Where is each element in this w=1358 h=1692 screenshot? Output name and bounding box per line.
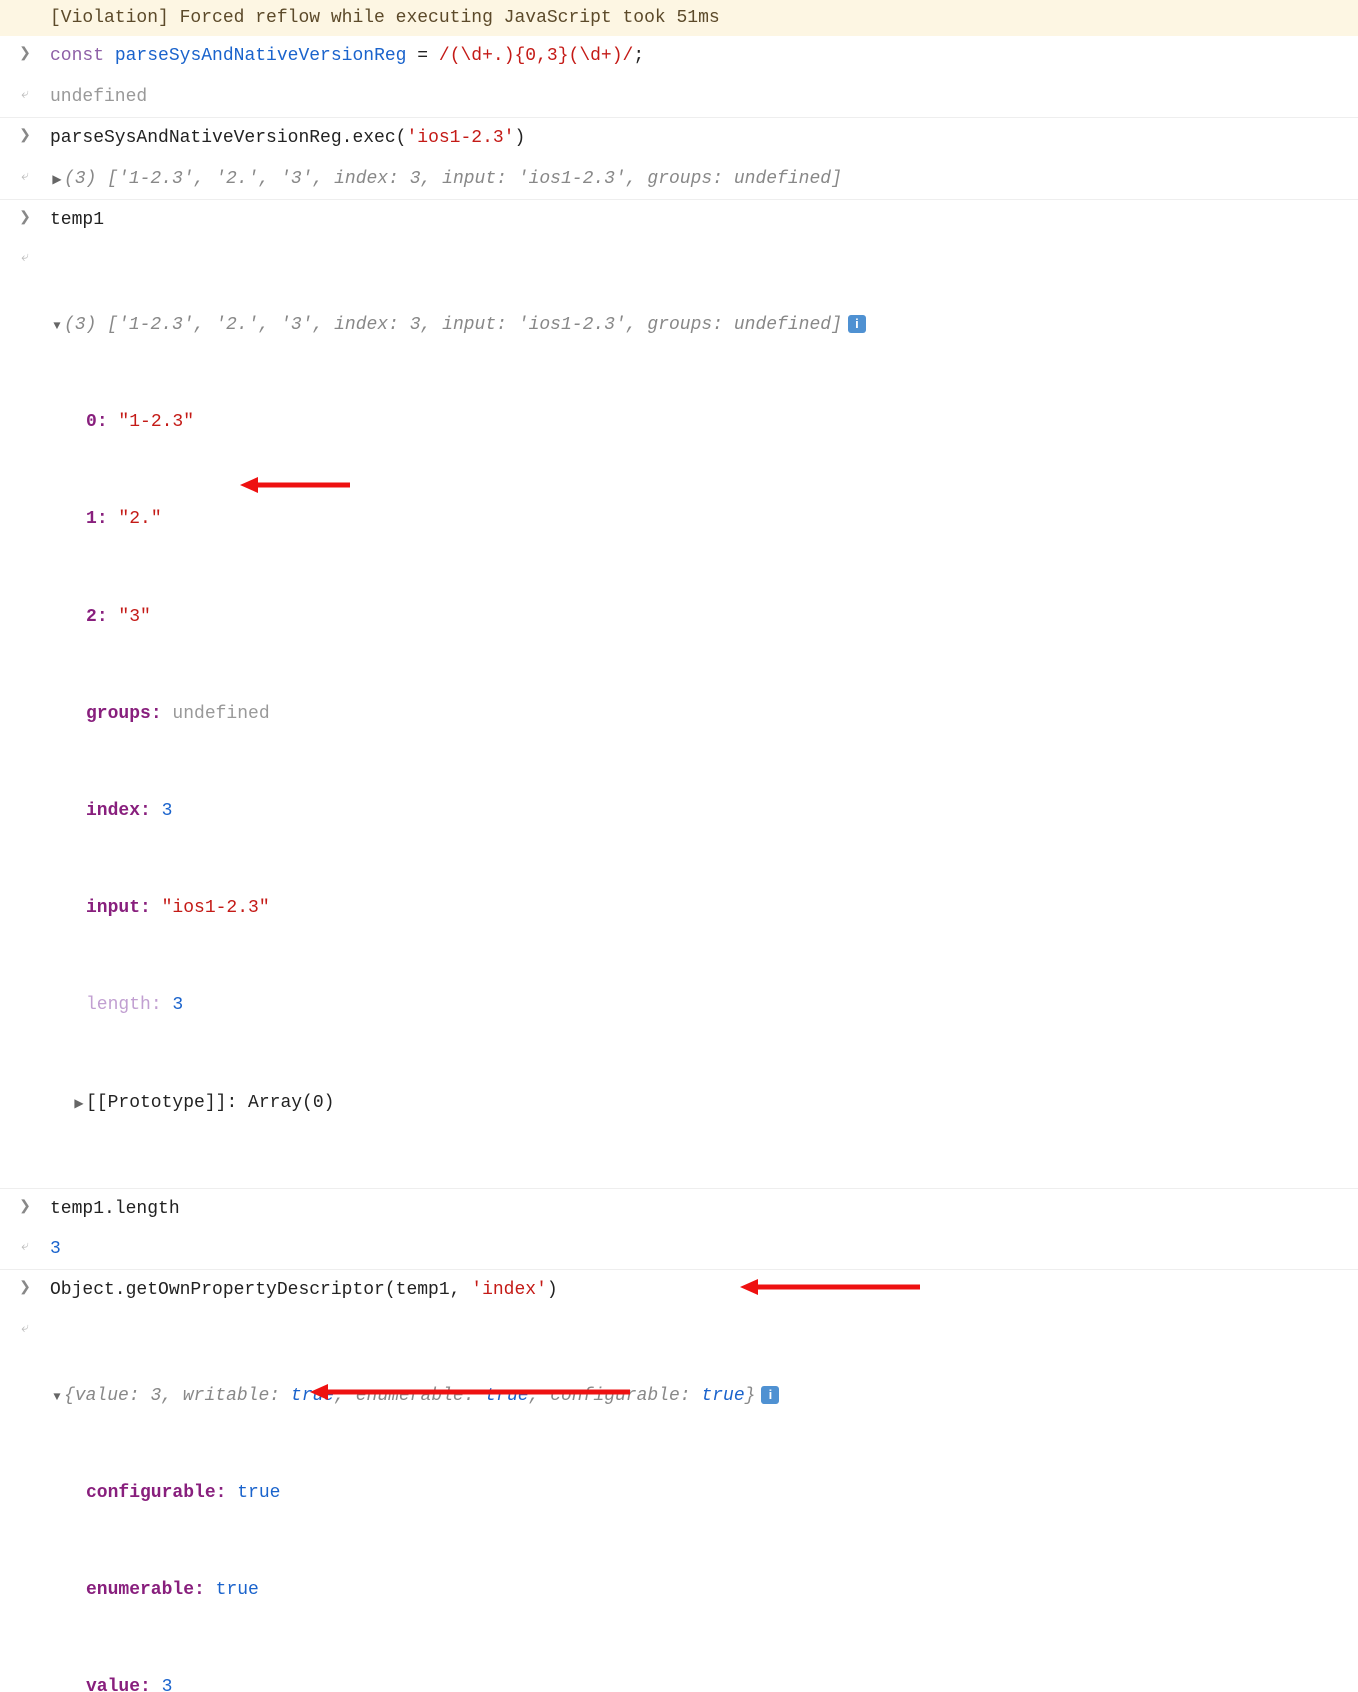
console-output-row: ⤶ 3	[0, 1229, 1358, 1270]
object-property-row[interactable]: 0: "1-2.3"	[50, 406, 1358, 438]
info-icon[interactable]: i	[848, 315, 866, 333]
console-input[interactable]: Object.getOwnPropertyDescriptor(temp1, '…	[50, 1272, 1358, 1308]
result-number: 3	[50, 1231, 1358, 1267]
console-input[interactable]: temp1.length	[50, 1191, 1358, 1227]
output-chevron-icon: ⤶	[21, 165, 29, 190]
result-array-collapsed[interactable]: ▶(3) ['1-2.3', '2.', '3', index: 3, inpu…	[50, 161, 1358, 197]
collapse-triangle-icon[interactable]: ▼	[50, 316, 64, 338]
object-property-row[interactable]: 2: "3"	[50, 601, 1358, 633]
input-chevron-icon: ❯	[19, 42, 31, 67]
object-property-row[interactable]: configurable: true	[50, 1477, 1358, 1509]
console-input[interactable]: parseSysAndNativeVersionReg.exec('ios1-2…	[50, 120, 1358, 156]
result-object-expanded-summary[interactable]: ▼{value: 3, writable: true, enumerable: …	[50, 1380, 1358, 1412]
object-property-row[interactable]: value: 3	[50, 1671, 1358, 1692]
console-input-row: ❯ const parseSysAndNativeVersionReg = /(…	[0, 36, 1358, 76]
console-input[interactable]: const parseSysAndNativeVersionReg = /(\d…	[50, 38, 1358, 74]
output-chevron-icon: ⤶	[21, 1317, 29, 1342]
result-array-expanded-summary[interactable]: ▼(3) ['1-2.3', '2.', '3', index: 3, inpu…	[50, 309, 1358, 341]
object-property-row[interactable]: length: 3	[50, 989, 1358, 1021]
collapse-triangle-icon[interactable]: ▼	[50, 1387, 64, 1409]
expand-triangle-icon[interactable]: ▶	[72, 1094, 86, 1116]
result-undefined: undefined	[50, 79, 1358, 115]
console-output-row: ⤶ ▼{value: 3, writable: true, enumerable…	[0, 1311, 1358, 1692]
input-chevron-icon: ❯	[19, 1276, 31, 1301]
object-property-row[interactable]: groups: undefined	[50, 698, 1358, 730]
object-property-row[interactable]: index: 3	[50, 795, 1358, 827]
object-prototype-row[interactable]: ▶[[Prototype]]: Array(0)	[50, 1087, 1358, 1119]
input-chevron-icon: ❯	[19, 124, 31, 149]
output-chevron-icon: ⤶	[21, 246, 29, 271]
console-input-row: ❯ Object.getOwnPropertyDescriptor(temp1,…	[0, 1270, 1358, 1310]
console-input-row: ❯ temp1	[0, 200, 1358, 240]
console-output-row: ⤶ undefined	[0, 77, 1358, 118]
input-chevron-icon: ❯	[19, 1195, 31, 1220]
console-output-row: ⤶ ▼(3) ['1-2.3', '2.', '3', index: 3, in…	[0, 240, 1358, 1188]
output-chevron-icon: ⤶	[21, 1235, 29, 1260]
console-input[interactable]: temp1	[50, 202, 1358, 238]
console-input-row: ❯ parseSysAndNativeVersionReg.exec('ios1…	[0, 118, 1358, 158]
object-property-row[interactable]: input: "ios1-2.3"	[50, 892, 1358, 924]
object-property-row[interactable]: enumerable: true	[50, 1574, 1358, 1606]
console-output-row: ⤶ ▶(3) ['1-2.3', '2.', '3', index: 3, in…	[0, 159, 1358, 200]
console-input-row: ❯ temp1.length	[0, 1189, 1358, 1229]
violation-warning: [Violation] Forced reflow while executin…	[0, 0, 1358, 36]
input-chevron-icon: ❯	[19, 206, 31, 231]
object-property-row[interactable]: 1: "2."	[50, 503, 1358, 535]
expand-triangle-icon[interactable]: ▶	[50, 170, 64, 192]
info-icon[interactable]: i	[761, 1386, 779, 1404]
output-chevron-icon: ⤶	[21, 83, 29, 108]
